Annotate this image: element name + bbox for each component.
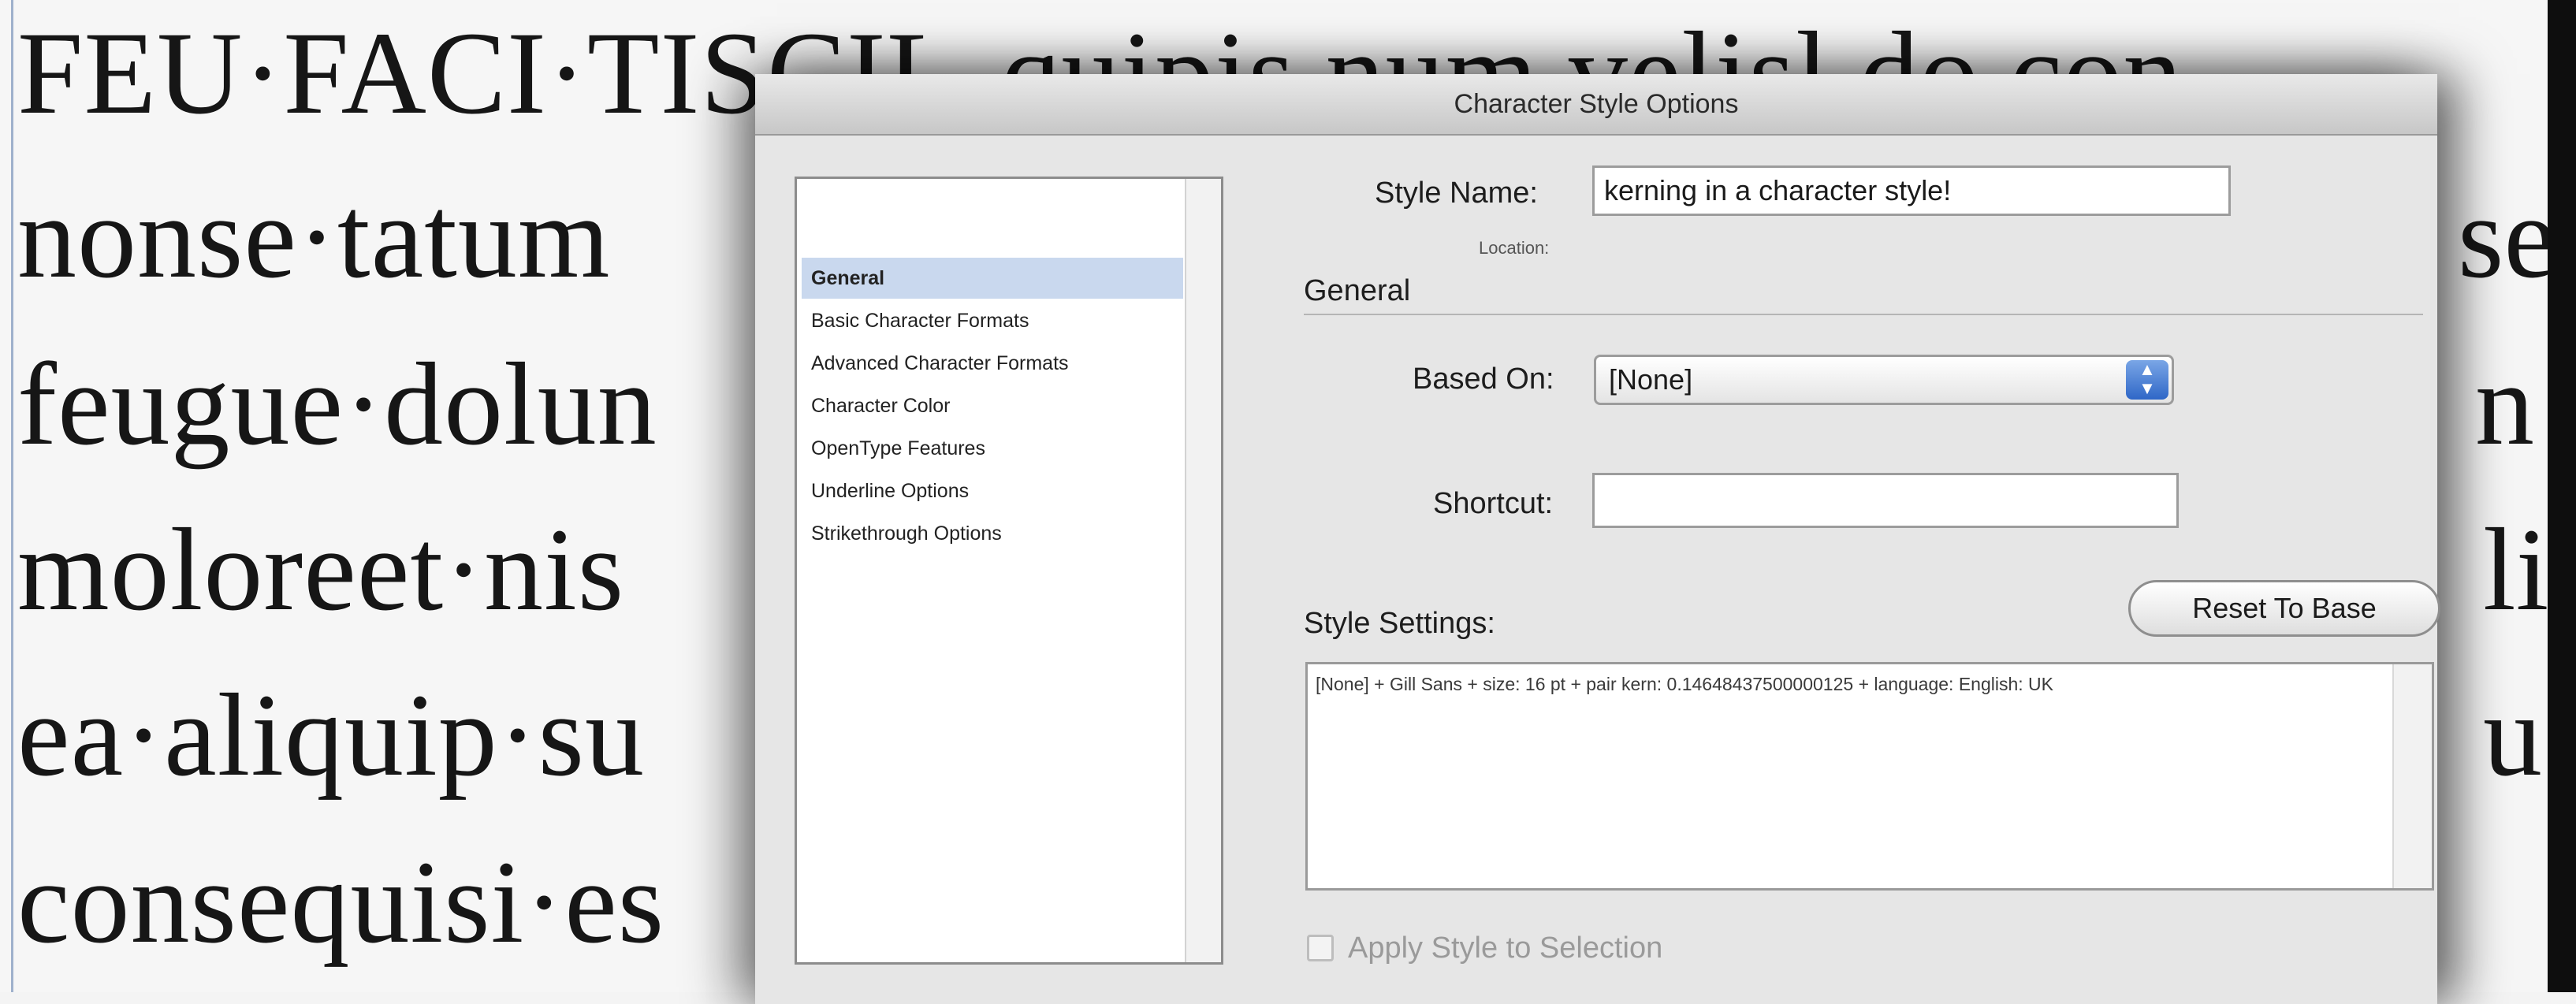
style-settings-box: [None] + Gill Sans + size: 16 pt + pair … [1305,662,2434,891]
style-name-label: Style Name: [1375,177,1538,210]
style-name-field[interactable] [1592,165,2231,216]
category-list-scrollbar[interactable] [1185,179,1221,962]
window-edge [2548,0,2576,992]
shortcut-label: Shortcut: [1433,487,1554,520]
document-line-3: feugue·dolun [17,339,657,470]
document-fragment-2: n [2475,339,2534,470]
shortcut-field[interactable] [1592,473,2179,528]
chevron-updown-icon: ▲ ▼ [2126,360,2168,400]
category-strikethrough-options[interactable]: Strikethrough Options [802,513,1183,554]
style-settings-scrollbar[interactable] [2392,664,2432,888]
document-line-6: consequisi·es [17,837,665,968]
category-character-color[interactable]: Character Color [802,385,1183,426]
category-underline-options[interactable]: Underline Options [802,470,1183,511]
document-line-2: nonse·tatum [17,172,611,303]
section-divider [1304,314,2423,315]
category-advanced-character-formats[interactable]: Advanced Character Formats [802,343,1183,384]
document-fragment-3: li [2483,504,2549,635]
category-general[interactable]: General [802,258,1183,299]
document-fragment-4: u [2483,670,2542,801]
category-opentype-features[interactable]: OpenType Features [802,428,1183,469]
document-line-5: ea·aliquip·su [17,670,646,801]
style-settings-label: Style Settings: [1304,607,1495,640]
style-settings-text: [None] + Gill Sans + size: 16 pt + pair … [1316,674,2053,694]
dialog-title: Character Style Options [755,74,2437,136]
section-title-general: General [1304,274,1411,307]
category-basic-character-formats[interactable]: Basic Character Formats [802,300,1183,341]
reset-to-base-button[interactable]: Reset To Base [2128,580,2440,637]
document-fragment-1: se [2458,172,2556,303]
category-list: General Basic Character Formats Advanced… [795,177,1223,965]
character-style-options-dialog: Character Style Options General Basic Ch… [755,74,2440,1004]
document-line-4: moloreet·nis [17,504,625,635]
based-on-select[interactable]: [None] ▲ ▼ [1594,355,2174,405]
apply-style-checkbox[interactable] [1307,935,1334,961]
text-frame-edge [11,0,13,992]
based-on-label: Based On: [1413,363,1554,396]
location-label: Location: [1479,238,1550,258]
based-on-value: [None] [1609,363,1693,396]
apply-style-label: Apply Style to Selection [1348,931,1663,965]
